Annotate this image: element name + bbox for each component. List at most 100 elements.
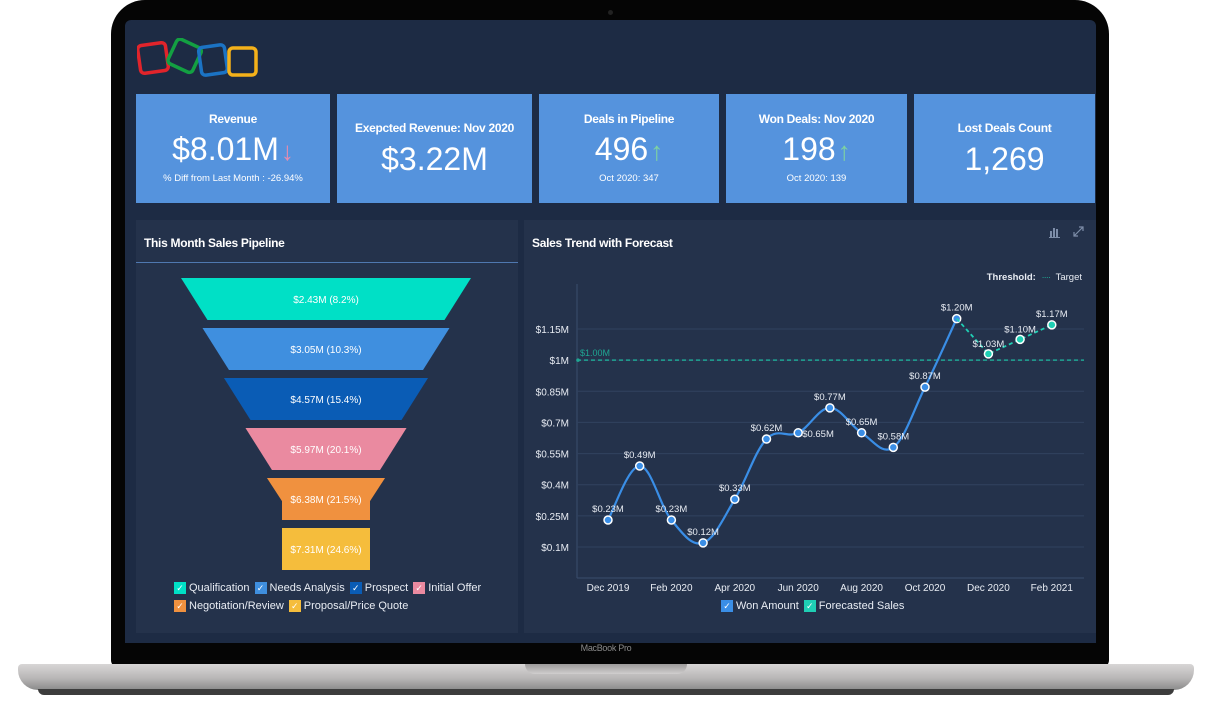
data-point-forecasted-sales[interactable] [1015, 334, 1025, 345]
data-point-forecasted-sales[interactable] [983, 349, 994, 359]
threshold-value-label: $1.00M [580, 348, 610, 358]
funnel-chart: $2.43M (8.2%) $3.05M (10.3%) $4.57M (15.4%… [181, 278, 471, 570]
trend-up-arrow-icon: ↑ [837, 136, 851, 166]
y-tick-label: $0.1M [541, 543, 569, 554]
legend-item-initial-offer[interactable]: ✓ Initial Offer [413, 582, 481, 594]
data-label: $0.23M [592, 504, 624, 515]
kpi-revenue[interactable]: Revenue $8.01M↓ % Diff from Last Month :… [136, 94, 330, 203]
data-point-forecasted-sales[interactable] [1047, 320, 1057, 330]
legend-label: Initial Offer [428, 582, 482, 594]
data-label: $0.23M [656, 504, 688, 515]
x-tick-label: Apr 2020 [715, 583, 756, 594]
checkbox-icon[interactable]: ✓ [174, 600, 186, 612]
x-tick-label: Aug 2020 [840, 583, 883, 594]
kpi-value: 496 [594, 131, 649, 167]
kpi-won-deals[interactable]: Won Deals: Nov 2020 198↑ Oct 2020: 139 [726, 94, 907, 203]
funnel-label: $6.38M (21.5%) [290, 495, 361, 506]
data-point-won-amount[interactable] [825, 403, 835, 413]
data-point-won-amount[interactable] [793, 428, 803, 438]
dashboard-screen: Revenue $8.01M↓ % Diff from Last Month :… [125, 20, 1096, 643]
data-label: $0.87M [909, 371, 941, 382]
checkbox-icon[interactable]: ✓ [349, 582, 362, 594]
kpi-deals-in-pipeline[interactable]: Deals in Pipeline 496↑ Oct 2020: 347 [539, 94, 719, 203]
legend-item-negotiation-review[interactable]: ✓ Negotiation/Review [174, 600, 284, 612]
kpi-subtitle: % Diff from Last Month : -26.94% [163, 173, 303, 184]
data-label: $0.65M [846, 417, 878, 428]
y-tick-label: $1.15M [536, 325, 569, 336]
legend-item-proposal-price-quote[interactable]: ✓ Proposal/Price Quote [288, 600, 408, 612]
kpi-title: Won Deals: Nov 2020 [758, 112, 875, 126]
data-label: $0.12M [687, 527, 719, 538]
kpi-title: Deals in Pipeline [583, 112, 675, 126]
threshold-marker [576, 358, 580, 362]
kpi-value: 198 [782, 131, 836, 167]
data-point-won-amount[interactable] [634, 461, 645, 471]
data-label: $0.65M [802, 429, 834, 440]
trend-panel: Sales Trend with Forecast Threshold: ···… [524, 220, 1096, 633]
funnel-label: $4.57M (15.4%) [290, 395, 361, 406]
kpi-title: Revenue [209, 112, 257, 126]
data-label: $1.17M [1036, 309, 1068, 320]
funnel-label: $5.97M (20.1%) [290, 445, 361, 456]
checkbox-icon[interactable]: ✓ [721, 600, 733, 612]
trend-down-arrow-icon: ↓ [280, 136, 294, 166]
laptop-base-shadow [38, 689, 1174, 695]
camera [608, 10, 613, 15]
legend-label: Prospect [364, 582, 409, 594]
funnel-label: $2.43M (8.2%) [293, 295, 359, 306]
legend-item-forecasted-sales[interactable]: ✓ Forecasted Sales [803, 600, 905, 612]
data-point-won-amount[interactable] [603, 515, 613, 525]
x-tick-label: Dec 2019 [587, 583, 630, 594]
legend-label: Needs Analysis [269, 582, 345, 594]
kpi-subtitle: Oct 2020: 347 [599, 173, 659, 184]
data-label: $1.03M [973, 339, 1005, 350]
funnel-label: $7.31M (24.6%) [290, 545, 361, 556]
data-label: $0.33M [719, 483, 751, 494]
checkbox-icon[interactable]: ✓ [174, 582, 186, 594]
legend-item-prospect[interactable]: ✓ Prospect [349, 582, 409, 594]
legend-label: Negotiation/Review [189, 600, 284, 612]
checkbox-icon[interactable]: ✓ [803, 600, 816, 612]
checkbox-icon[interactable]: ✓ [413, 582, 426, 594]
trend-legend: ✓ Won Amount ✓ Forecasted Sales [721, 600, 909, 612]
x-tick-label: Feb 2020 [650, 583, 693, 594]
data-point-won-amount[interactable] [698, 538, 708, 548]
data-label: $0.49M [624, 450, 656, 461]
kpi-value: $8.01M [172, 131, 279, 167]
legend-label: Forecasted Sales [818, 600, 905, 612]
checkbox-icon[interactable]: ✓ [288, 600, 301, 612]
trend-chart: $0.1M $0.25M $0.4M $0.55M $0.7M $0.85M $1M $1.1… [536, 284, 1084, 594]
y-tick-label: $0.85M [536, 387, 569, 398]
data-label: $0.58M [877, 431, 909, 442]
data-point-won-amount[interactable] [920, 382, 930, 392]
kpi-value: 1,269 [964, 141, 1045, 177]
legend-item-needs-analysis[interactable]: ✓ Needs Analysis [254, 582, 345, 594]
pipeline-panel: This Month Sales Pipeline $2.43M (8.2%) $… [136, 220, 518, 633]
x-tick-label: Oct 2020 [905, 583, 946, 594]
data-point-won-amount[interactable] [761, 434, 772, 444]
data-point-won-amount[interactable] [730, 494, 740, 504]
kpi-expected-revenue[interactable]: Exepcted Revenue: Nov 2020 $3.22M [337, 94, 532, 203]
kpi-value: $3.22M [381, 141, 488, 177]
legend-item-won-amount[interactable]: ✓ Won Amount [721, 600, 799, 612]
data-point-won-amount[interactable] [888, 442, 899, 453]
data-point-won-amount[interactable] [856, 428, 867, 438]
panel-title: This Month Sales Pipeline [144, 236, 285, 250]
x-tick-label: Jun 2020 [778, 583, 820, 594]
kpi-lost-deals[interactable]: Lost Deals Count 1,269 [914, 94, 1095, 203]
kpi-subtitle: Oct 2020: 139 [786, 173, 847, 184]
data-label: $0.62M [751, 423, 783, 434]
kpi-title: Lost Deals Count [957, 121, 1052, 135]
data-label: $1.10M [1004, 324, 1036, 335]
y-tick-label: $0.55M [536, 450, 569, 461]
x-tick-label: Dec 2020 [967, 583, 1010, 594]
zoho-logo [137, 38, 258, 77]
funnel-label: $3.05M (10.3%) [290, 345, 361, 356]
kpi-title: Exepcted Revenue: Nov 2020 [355, 121, 514, 135]
checkbox-icon[interactable]: ✓ [254, 582, 267, 594]
legend-item-qualification[interactable]: ✓ Qualification [174, 582, 250, 594]
data-label: $0.77M [814, 392, 846, 403]
y-tick-label: $0.4M [541, 481, 569, 492]
data-point-won-amount[interactable] [666, 515, 677, 525]
pipeline-legend: ✓ Qualification ✓ Needs Analysis ✓ Prospect ✓ I… [174, 582, 514, 618]
